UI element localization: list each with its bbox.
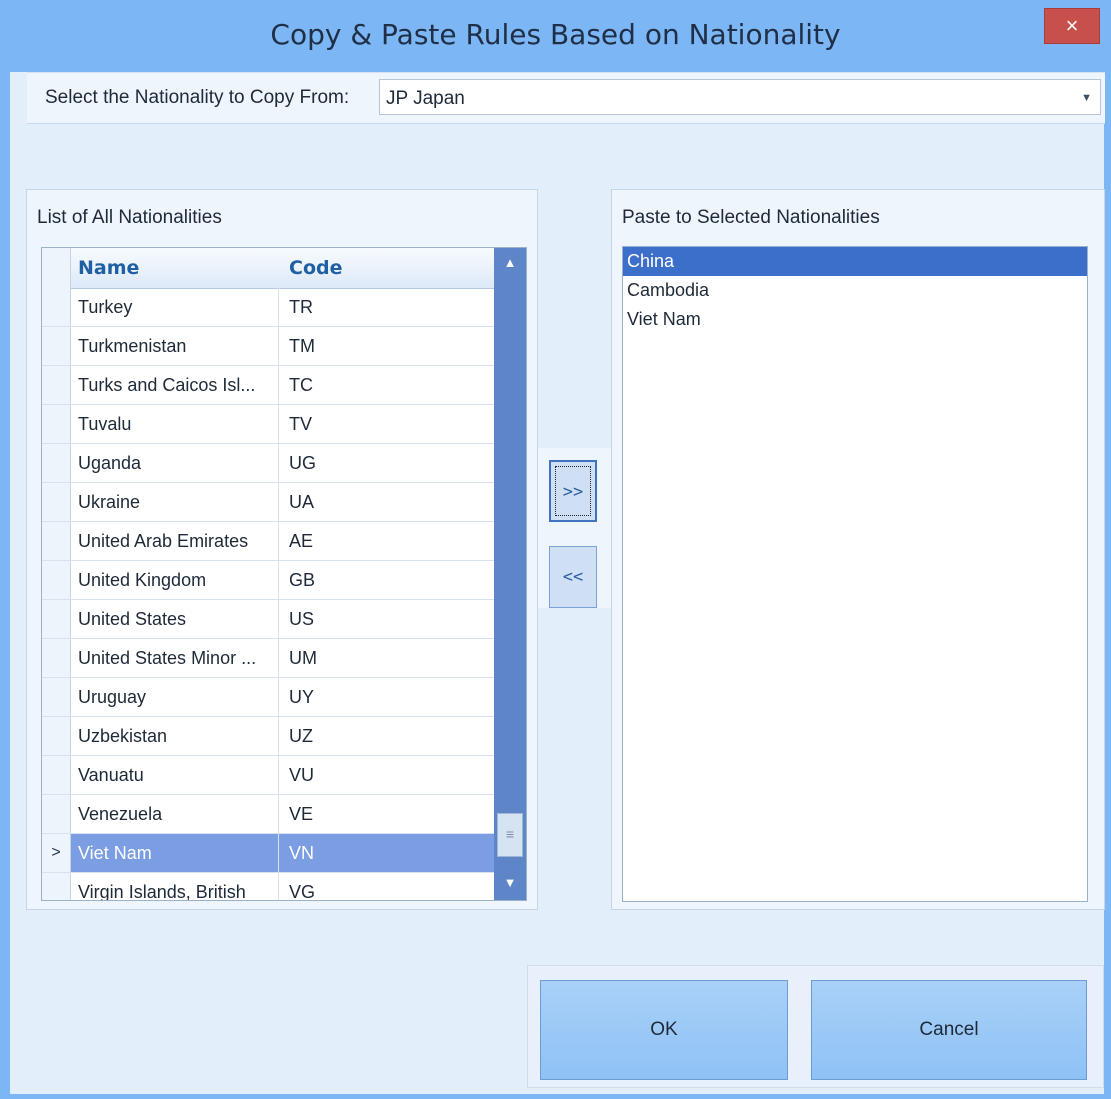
cell-code[interactable]: TR <box>289 288 489 326</box>
cell-name[interactable]: Viet Nam <box>78 834 279 872</box>
row-selector[interactable] <box>42 366 71 404</box>
table-row[interactable]: United Arab Emirates AE <box>42 522 494 561</box>
row-selector[interactable] <box>42 561 71 599</box>
scroll-down-icon[interactable]: ▼ <box>494 866 526 900</box>
row-selector[interactable] <box>42 327 71 365</box>
chevron-down-icon[interactable]: ▼ <box>1081 92 1092 104</box>
row-selector[interactable]: > <box>42 834 71 872</box>
cell-code[interactable]: GB <box>289 561 489 599</box>
cell-name[interactable]: Turkey <box>78 288 279 326</box>
table-row[interactable]: Ukraine UA <box>42 483 494 522</box>
cell-code[interactable]: US <box>289 600 489 638</box>
column-header-code[interactable]: Code <box>289 248 342 288</box>
table-row[interactable]: Turkey TR <box>42 288 494 327</box>
all-nationalities-group: List of All Nationalities Name Code Turk… <box>26 189 538 910</box>
close-button[interactable]: × <box>1044 8 1100 44</box>
table-row[interactable]: Turks and Caicos Isl... TC <box>42 366 494 405</box>
dialog-actions: OK Cancel <box>527 965 1104 1088</box>
row-selector[interactable] <box>42 444 71 482</box>
row-selector[interactable] <box>42 873 71 900</box>
cancel-button[interactable]: Cancel <box>811 980 1087 1080</box>
cell-name[interactable]: Turkmenistan <box>78 327 279 365</box>
cell-name[interactable]: United States Minor ... <box>78 639 279 677</box>
grid-rows: Turkey TR Turkmenistan TM Turks and Caicos I… <box>42 288 494 900</box>
row-selector[interactable] <box>42 483 71 521</box>
cell-name[interactable]: Vanuatu <box>78 756 279 794</box>
cell-name[interactable]: Uganda <box>78 444 279 482</box>
row-selector[interactable] <box>42 795 71 833</box>
cell-code[interactable]: VN <box>289 834 489 872</box>
copy-from-panel: Select the Nationality to Copy From: JP … <box>27 72 1105 124</box>
table-row[interactable]: Uruguay UY <box>42 678 494 717</box>
table-row[interactable]: Virgin Islands, British VG <box>42 873 494 900</box>
list-item[interactable]: Viet Nam <box>623 305 1087 334</box>
cell-name[interactable]: Virgin Islands, British <box>78 873 279 900</box>
cell-name[interactable]: United Kingdom <box>78 561 279 599</box>
cell-name[interactable]: Venezuela <box>78 795 279 833</box>
table-row[interactable]: Vanuatu VU <box>42 756 494 795</box>
header-row-selector <box>42 248 71 288</box>
list-item[interactable]: Cambodia <box>623 276 1087 305</box>
cell-name[interactable]: Uruguay <box>78 678 279 716</box>
scroll-up-icon[interactable]: ▲ <box>494 248 526 282</box>
grid-scrollbar[interactable]: ▲ ≡ ▼ <box>494 248 526 900</box>
cell-code[interactable]: UG <box>289 444 489 482</box>
cell-code[interactable]: AE <box>289 522 489 560</box>
selected-nationalities-title: Paste to Selected Nationalities <box>622 207 880 228</box>
window-title: Copy & Paste Rules Based on Nationality <box>270 18 841 51</box>
add-to-selected-button[interactable]: >> <box>549 460 597 522</box>
table-row[interactable]: Uganda UG <box>42 444 494 483</box>
row-selector[interactable] <box>42 639 71 677</box>
table-row[interactable]: Tuvalu TV <box>42 405 494 444</box>
cell-code[interactable]: VG <box>289 873 489 900</box>
copy-from-value: JP Japan <box>386 88 465 109</box>
cell-name[interactable]: Tuvalu <box>78 405 279 443</box>
table-row[interactable]: Uzbekistan UZ <box>42 717 494 756</box>
row-selector[interactable] <box>42 600 71 638</box>
column-header-name[interactable]: Name <box>78 248 139 288</box>
cell-code[interactable]: UM <box>289 639 489 677</box>
row-selector[interactable] <box>42 717 71 755</box>
close-icon: × <box>1065 13 1079 38</box>
row-selector[interactable] <box>42 288 71 326</box>
dialog-client: Select the Nationality to Copy From: JP … <box>10 72 1105 1094</box>
cell-code[interactable]: VU <box>289 756 489 794</box>
cell-name[interactable]: Uzbekistan <box>78 717 279 755</box>
cell-name[interactable]: Turks and Caicos Isl... <box>78 366 279 404</box>
table-row[interactable]: United States US <box>42 600 494 639</box>
selected-nationalities-group: Paste to Selected Nationalities China Cam… <box>611 189 1105 910</box>
cell-code[interactable]: TV <box>289 405 489 443</box>
selected-nationalities-list[interactable]: China Cambodia Viet Nam <box>622 246 1088 902</box>
row-selector[interactable] <box>42 678 71 716</box>
cell-code[interactable]: UA <box>289 483 489 521</box>
title-bar: Copy & Paste Rules Based on Nationality … <box>0 0 1111 72</box>
table-row[interactable]: > Viet Nam VN <box>42 834 494 873</box>
ok-button[interactable]: OK <box>540 980 788 1080</box>
table-row[interactable]: Venezuela VE <box>42 795 494 834</box>
cell-name[interactable]: Ukraine <box>78 483 279 521</box>
table-row[interactable]: Turkmenistan TM <box>42 327 494 366</box>
row-selector[interactable] <box>42 405 71 443</box>
move-buttons-panel: >> << <box>538 448 611 608</box>
nationalities-grid[interactable]: Name Code Turkey TR Turkmenistan TM Turks an… <box>41 247 527 901</box>
cell-name[interactable]: United States <box>78 600 279 638</box>
list-item[interactable]: China <box>623 247 1087 276</box>
cell-code[interactable]: TC <box>289 366 489 404</box>
scroll-thumb[interactable]: ≡ <box>497 813 523 857</box>
copy-from-label: Select the Nationality to Copy From: <box>45 87 350 108</box>
remove-from-selected-button[interactable]: << <box>549 546 597 608</box>
table-row[interactable]: United Kingdom GB <box>42 561 494 600</box>
cell-code[interactable]: TM <box>289 327 489 365</box>
row-selector[interactable] <box>42 522 71 560</box>
grid-header: Name Code <box>42 248 494 289</box>
cell-code[interactable]: VE <box>289 795 489 833</box>
copy-from-dropdown[interactable]: JP Japan ▼ <box>379 79 1101 115</box>
cell-code[interactable]: UY <box>289 678 489 716</box>
all-nationalities-title: List of All Nationalities <box>37 207 222 228</box>
cell-code[interactable]: UZ <box>289 717 489 755</box>
row-selector[interactable] <box>42 756 71 794</box>
table-row[interactable]: United States Minor ... UM <box>42 639 494 678</box>
cell-name[interactable]: United Arab Emirates <box>78 522 279 560</box>
